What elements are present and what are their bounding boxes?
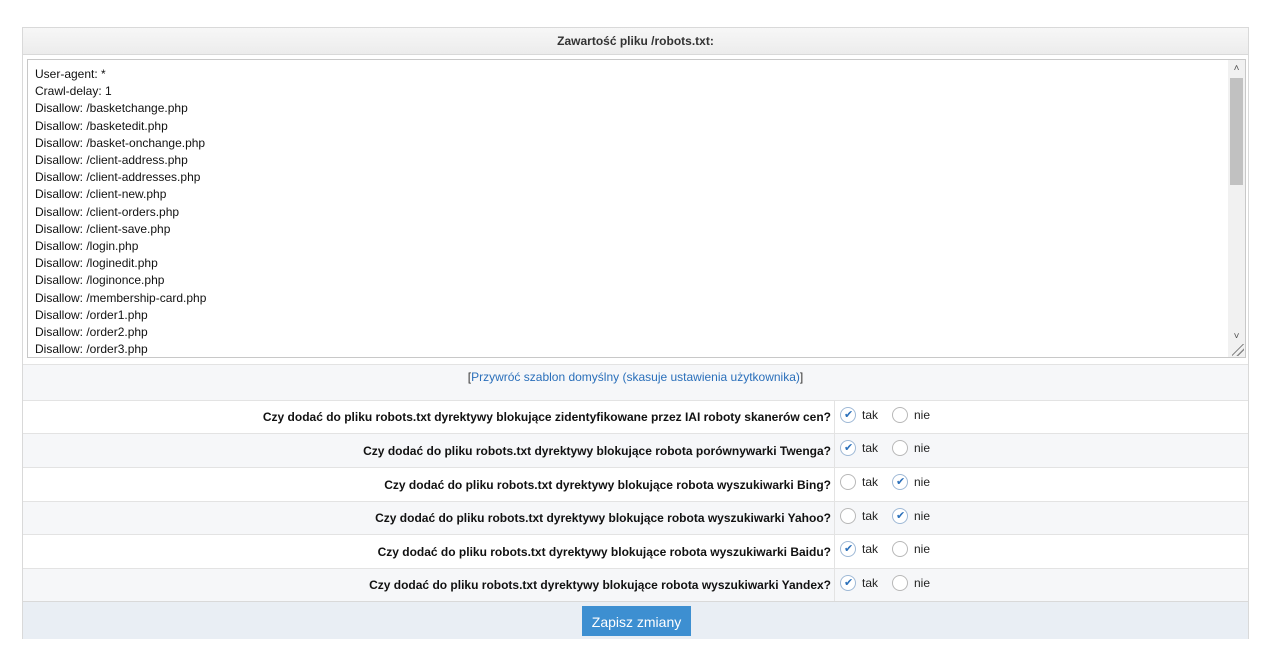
- restore-template-row: [Przywróć szablon domyślny (skasuje usta…: [23, 364, 1248, 401]
- panel-title: Zawartość pliku /robots.txt:: [23, 28, 1248, 55]
- column-divider: [834, 434, 835, 467]
- checkmark-icon: ✔: [896, 510, 906, 522]
- resize-grip-icon[interactable]: [1232, 344, 1244, 356]
- scroll-down-arrow-icon[interactable]: ˅: [1228, 328, 1245, 345]
- option-question: Czy dodać do pliku robots.txt dyrektywy …: [363, 444, 831, 458]
- column-divider: [834, 468, 835, 501]
- robots-textarea[interactable]: User-agent: * Crawl-delay: 1 Disallow: /ba…: [27, 59, 1246, 358]
- option-question: Czy dodać do pliku robots.txt dyrektywy …: [384, 478, 831, 492]
- robots-settings-panel: Zawartość pliku /robots.txt: User-agent:…: [22, 27, 1249, 639]
- radio-tak[interactable]: ✔: [840, 474, 856, 490]
- robots-line: Disallow: /client-orders.php: [35, 204, 180, 219]
- radio-nie[interactable]: ✔: [892, 474, 908, 490]
- radio-nie-label[interactable]: nie: [914, 407, 930, 423]
- checkmark-icon: ✔: [844, 543, 854, 555]
- radio-nie-label[interactable]: nie: [914, 474, 930, 490]
- option-row: Czy dodać do pliku robots.txt dyrektywy …: [23, 467, 1248, 501]
- radio-nie-label[interactable]: nie: [914, 541, 930, 557]
- robots-line: Disallow: /loginedit.php: [35, 256, 158, 271]
- robots-line: Disallow: /basketchange.php: [35, 101, 188, 116]
- radio-tak[interactable]: ✔: [840, 440, 856, 456]
- robots-line: Crawl-delay: 1: [35, 84, 112, 99]
- radio-nie[interactable]: ✔: [892, 440, 908, 456]
- column-divider: [834, 401, 835, 433]
- column-divider: [834, 502, 835, 534]
- checkmark-icon: ✔: [844, 409, 854, 421]
- checkmark-icon: ✔: [844, 442, 854, 454]
- option-question: Czy dodać do pliku robots.txt dyrektywy …: [377, 545, 831, 559]
- radio-tak-label[interactable]: tak: [862, 440, 878, 456]
- radio-tak[interactable]: ✔: [840, 575, 856, 591]
- radio-nie[interactable]: ✔: [892, 575, 908, 591]
- scroll-up-arrow-icon[interactable]: ˄: [1228, 60, 1245, 77]
- robots-line: Disallow: /client-new.php: [35, 187, 167, 202]
- option-row: Czy dodać do pliku robots.txt dyrektywy …: [23, 400, 1248, 433]
- robots-textarea-content[interactable]: User-agent: * Crawl-delay: 1 Disallow: /ba…: [28, 60, 1228, 357]
- radio-nie-label[interactable]: nie: [914, 575, 930, 591]
- option-row: Czy dodać do pliku robots.txt dyrektywy …: [23, 568, 1248, 601]
- bot-block-options: Czy dodać do pliku robots.txt dyrektywy …: [23, 400, 1248, 601]
- save-changes-button[interactable]: Zapisz zmiany: [582, 606, 691, 636]
- robots-line: Disallow: /loginonce.php: [35, 273, 165, 288]
- column-divider: [834, 569, 835, 601]
- robots-line: Disallow: /order1.php: [35, 307, 148, 322]
- option-row: Czy dodać do pliku robots.txt dyrektywy …: [23, 433, 1248, 467]
- robots-line: Disallow: /basket-onchange.php: [35, 135, 206, 150]
- radio-tak-label[interactable]: tak: [862, 575, 878, 591]
- robots-line: Disallow: /login.php: [35, 239, 139, 254]
- radio-tak-label[interactable]: tak: [862, 474, 878, 490]
- option-row: Czy dodać do pliku robots.txt dyrektywy …: [23, 534, 1248, 568]
- robots-line: Disallow: /client-addresses.php: [35, 170, 201, 185]
- column-divider: [834, 535, 835, 568]
- radio-nie-label[interactable]: nie: [914, 508, 930, 524]
- radio-tak[interactable]: ✔: [840, 407, 856, 423]
- robots-line: Disallow: /order2.php: [35, 325, 148, 340]
- radio-tak[interactable]: ✔: [840, 541, 856, 557]
- radio-tak-label[interactable]: tak: [862, 508, 878, 524]
- radio-tak-label[interactable]: tak: [862, 541, 878, 557]
- restore-default-template-link[interactable]: Przywróć szablon domyślny (skasuje ustaw…: [471, 370, 800, 384]
- option-question: Czy dodać do pliku robots.txt dyrektywy …: [369, 578, 831, 592]
- robots-line: Disallow: /order3.php: [35, 342, 148, 357]
- radio-nie-label[interactable]: nie: [914, 440, 930, 456]
- radio-nie[interactable]: ✔: [892, 508, 908, 524]
- option-question: Czy dodać do pliku robots.txt dyrektywy …: [262, 410, 831, 424]
- form-footer: Zapisz zmiany: [23, 601, 1248, 639]
- radio-tak-label[interactable]: tak: [862, 407, 878, 423]
- textarea-scrollbar[interactable]: ˄ ˅: [1228, 60, 1245, 357]
- robots-line: User-agent: *: [35, 67, 106, 81]
- radio-tak[interactable]: ✔: [840, 508, 856, 524]
- restore-bracket-close: ]: [799, 370, 804, 384]
- scroll-thumb[interactable]: [1230, 78, 1243, 185]
- option-row: Czy dodać do pliku robots.txt dyrektywy …: [23, 501, 1248, 534]
- radio-nie[interactable]: ✔: [892, 541, 908, 557]
- robots-line: Disallow: /membership-card.php: [35, 290, 207, 305]
- checkmark-icon: ✔: [844, 577, 854, 589]
- robots-line: Disallow: /client-address.php: [35, 153, 188, 168]
- radio-nie[interactable]: ✔: [892, 407, 908, 423]
- robots-line: Disallow: /client-save.php: [35, 221, 171, 236]
- option-question: Czy dodać do pliku robots.txt dyrektywy …: [375, 511, 831, 525]
- checkmark-icon: ✔: [896, 476, 906, 488]
- robots-line: Disallow: /basketedit.php: [35, 118, 168, 133]
